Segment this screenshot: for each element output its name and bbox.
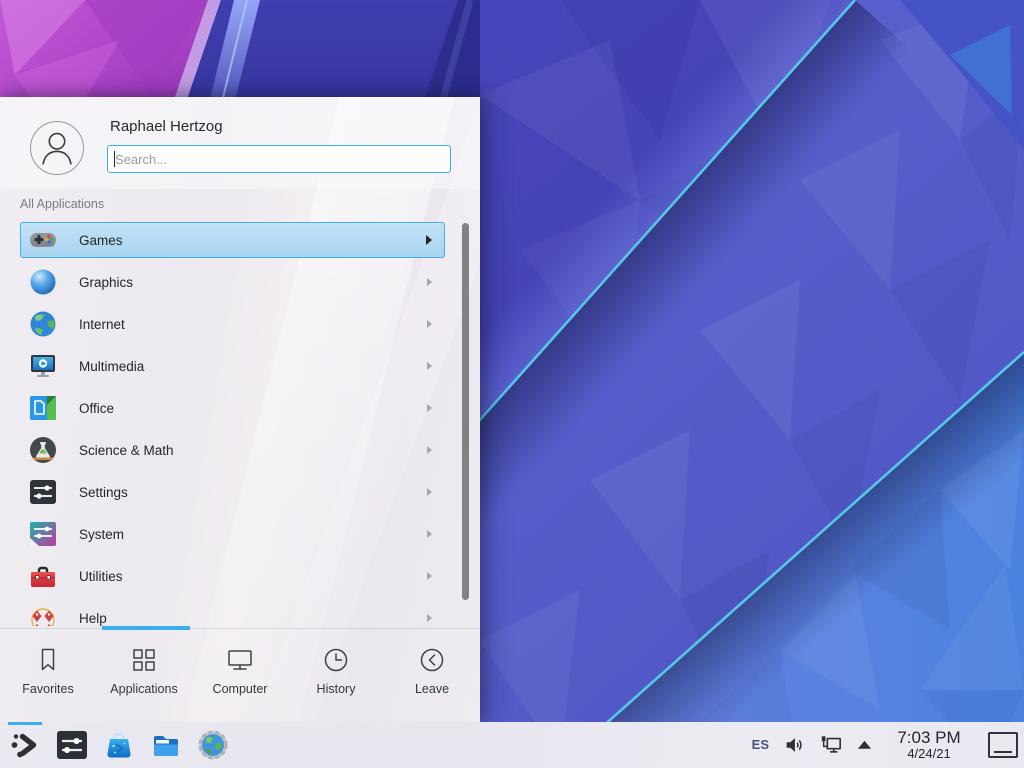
category-multimedia[interactable]: Multimedia [20,348,445,384]
category-system[interactable]: System [20,516,445,552]
shopping-bag-icon [102,728,136,762]
clock-time: 7:03 PM [886,729,972,747]
app-launcher-button[interactable] [8,722,42,768]
document-icon [27,392,59,424]
chevron-right-icon [427,530,432,538]
chevron-right-icon [427,614,432,622]
system-tray: ES [752,729,1024,761]
tab-applications[interactable]: Applications [96,629,192,722]
clock-date: 4/24/21 [886,747,972,761]
sliders-color-icon [27,518,59,550]
user-icon [31,122,83,174]
volume-icon[interactable] [783,734,805,756]
user-name: Raphael Hertzog [110,118,223,135]
tab-computer[interactable]: Computer [192,629,288,722]
category-science-math[interactable]: Science & Math [20,432,445,468]
chevron-right-icon [427,320,432,328]
taskbar: ES [0,722,1024,768]
monitor-play-icon [27,350,59,382]
clock-icon [321,645,351,675]
web-browser-button[interactable] [196,722,230,768]
task-manager [0,722,230,768]
blue-sphere-icon [27,266,59,298]
caret-up-icon [857,740,872,750]
grid-icon [129,645,159,675]
category-graphics[interactable]: Graphics [20,264,445,300]
show-desktop-button[interactable] [988,732,1018,758]
tab-bar: Favorites Applications Computer [0,628,480,722]
leave-icon [417,645,447,675]
digital-clock[interactable]: 7:03 PM 4/24/21 [886,729,972,761]
category-internet[interactable]: Internet [20,306,445,342]
section-label: All Applications [20,197,104,211]
keyboard-layout-indicator[interactable]: ES [752,737,769,752]
category-games[interactable]: Games [20,222,445,258]
tab-leave[interactable]: Leave [384,629,480,722]
gamepad-icon [27,224,59,256]
lifebuoy-icon [27,602,59,626]
chevron-right-icon [427,572,432,580]
globe-gear-icon [196,728,230,762]
text-cursor [114,151,115,167]
folder-icon [149,728,183,762]
file-manager-button[interactable] [149,722,183,768]
tab-favorites[interactable]: Favorites [0,629,96,722]
search-input[interactable] [107,145,451,173]
network-icon[interactable] [819,734,843,756]
category-list: Games Graphics [20,222,445,626]
bookmark-icon [33,645,63,675]
toolbox-icon [27,560,59,592]
user-avatar[interactable] [30,121,84,175]
chevron-right-icon [427,446,432,454]
application-launcher-menu: Raphael Hertzog All Applications [0,97,480,722]
plasma-logo-icon [8,728,42,762]
system-settings-button[interactable] [55,722,89,768]
chevron-right-icon [427,362,432,370]
list-scrollbar[interactable] [462,223,469,600]
tray-expander[interactable] [857,740,872,750]
globe-icon [27,308,59,340]
desktop: Raphael Hertzog All Applications [0,0,1024,768]
discover-button[interactable] [102,722,136,768]
flask-icon [27,434,59,466]
active-tab-indicator [102,626,190,630]
category-office[interactable]: Office [20,390,445,426]
chevron-right-icon [426,235,432,245]
chevron-right-icon [427,488,432,496]
launcher-header: Raphael Hertzog [0,97,480,189]
category-help[interactable]: Help [20,600,445,626]
tab-history[interactable]: History [288,629,384,722]
chevron-right-icon [427,404,432,412]
category-settings[interactable]: Settings [20,474,445,510]
settings-app-icon [55,728,89,762]
sliders-dark-icon [27,476,59,508]
category-utilities[interactable]: Utilities [20,558,445,594]
chevron-right-icon [427,278,432,286]
monitor-icon [225,645,255,675]
